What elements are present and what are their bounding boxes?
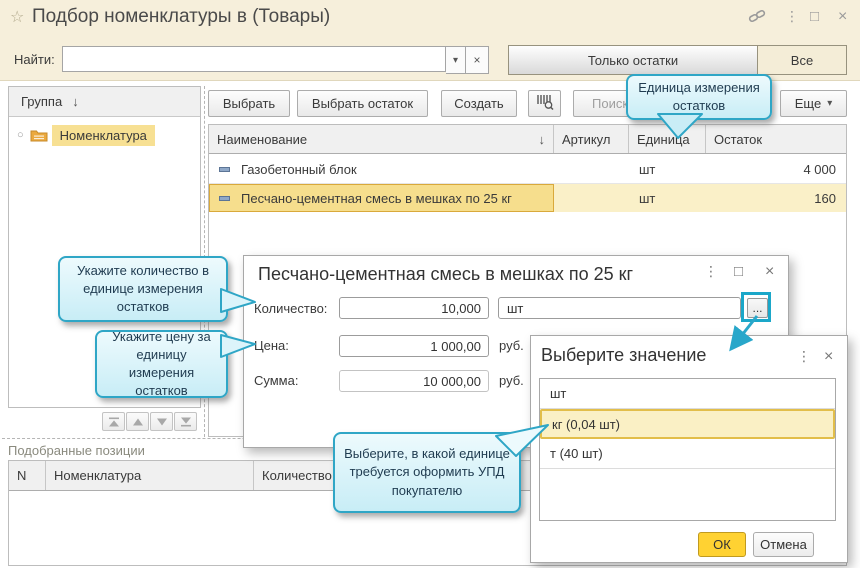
picked-header-name[interactable]: Номенклатура — [46, 461, 254, 490]
table-row-selected[interactable]: Песчано-цементная смесь в мешках по 25 к… — [209, 184, 846, 212]
sum-field: 10 000,00 — [339, 370, 489, 392]
create-button[interactable]: Создать — [441, 90, 517, 117]
cell-unit: шт — [639, 161, 656, 177]
dialog-menu-icon[interactable]: ⋮ — [704, 263, 718, 280]
column-header-name[interactable]: Наименование ↓ — [209, 125, 554, 153]
header-name-label: Номенклатура — [54, 468, 142, 483]
tree-expand-icon[interactable]: ○ — [17, 129, 24, 141]
maximize-icon[interactable]: □ — [810, 8, 819, 25]
header-n-label: N — [17, 468, 27, 483]
price-input[interactable] — [339, 335, 489, 357]
dialog-title: Песчано-цементная смесь в мешках по 25 к… — [258, 264, 634, 284]
folder-icon — [30, 129, 48, 142]
dialog-menu-icon[interactable]: ⋮ — [797, 348, 811, 365]
column-header-rest[interactable]: Остаток — [706, 125, 846, 153]
quantity-label: Количество: — [254, 301, 328, 316]
more-button[interactable]: Еще ▾ — [780, 90, 847, 117]
page-title: Подбор номенклатуры в (Товары) — [32, 6, 331, 27]
dialog-close-icon[interactable]: × — [824, 348, 833, 366]
table-row[interactable]: Газобетонный блок шт 4 000 — [209, 155, 846, 184]
reorder-buttons — [102, 412, 197, 431]
search-clear-button[interactable]: × — [466, 46, 489, 74]
dialog-title: Выберите значение — [541, 345, 707, 365]
column-header-unit[interactable]: Единица — [629, 125, 706, 153]
column-header-article[interactable]: Артикул — [554, 125, 629, 153]
list-item-kg-selected[interactable]: кг (0,04 шт) — [540, 409, 835, 439]
close-icon[interactable]: × — [838, 8, 847, 26]
list-item-sht[interactable]: шт — [540, 379, 835, 409]
search-label: Найти: — [14, 52, 55, 67]
quantity-input[interactable] — [339, 297, 489, 319]
picked-positions-label: Подобранные позиции — [8, 443, 145, 458]
sort-down-icon: ↓ — [72, 94, 79, 109]
search-input[interactable] — [62, 46, 446, 72]
search-dropdown-button[interactable]: ▾ — [446, 46, 466, 74]
header-article-label: Артикул — [562, 131, 611, 147]
header-rest-label: Остаток — [714, 131, 763, 147]
cell-rest: 160 — [814, 190, 836, 206]
picked-header-n[interactable]: N — [9, 461, 46, 490]
filter-toggle: Только остатки Все — [508, 45, 847, 75]
link-icon[interactable] — [748, 8, 766, 27]
callout-price-hint: Укажите цену за единицу измерения остатк… — [95, 329, 228, 398]
callout-unit-of-measure: Единица измерения остатков — [626, 74, 772, 120]
item-icon — [219, 166, 230, 172]
cell-rest: 4 000 — [803, 161, 836, 177]
sum-currency-label: руб. — [499, 373, 524, 388]
tree-row-nomenklatura[interactable]: ○ Номенклатура — [9, 123, 200, 147]
barcode-icon — [536, 94, 554, 113]
filter-all-button[interactable]: Все — [758, 46, 846, 74]
filter-only-rest-button[interactable]: Только остатки — [509, 46, 758, 74]
cell-name: Газобетонный блок — [241, 161, 357, 177]
window-menu-icon[interactable]: ⋮ — [785, 8, 799, 25]
chevron-down-icon: ▾ — [452, 54, 459, 66]
sum-label: Сумма: — [254, 373, 299, 388]
move-up-button — [126, 412, 149, 431]
value-select-dialog: Выберите значение ⋮ × шт кг (0,04 шт) т … — [530, 335, 848, 563]
select-rest-button[interactable]: Выбрать остаток — [297, 90, 428, 117]
cancel-button[interactable]: Отмена — [753, 532, 814, 557]
list-item-t[interactable]: т (40 шт) — [540, 439, 835, 469]
item-icon — [219, 195, 230, 201]
callout-quantity-hint: Укажите количество в единице измерения о… — [58, 256, 228, 322]
callout-upd-hint: Выберите, в какой единице требуется офор… — [333, 432, 521, 513]
favorite-star-icon[interactable]: ☆ — [10, 7, 24, 27]
app-window: ☆ Подбор номенклатуры в (Товары) ⋮ □ × Н… — [0, 0, 860, 568]
group-header-label: Группа — [21, 94, 63, 109]
cell-name: Песчано-цементная смесь в мешках по 25 к… — [241, 190, 512, 206]
dialog-close-icon[interactable]: × — [765, 263, 774, 281]
header-qty-label: Количество — [262, 468, 332, 483]
header-name-label: Наименование — [217, 131, 308, 147]
clear-icon: × — [473, 53, 481, 67]
select-button[interactable]: Выбрать — [208, 90, 290, 117]
dialog-maximize-icon[interactable]: □ — [734, 263, 743, 280]
header-unit-label: Единица — [637, 131, 690, 147]
move-down-button — [150, 412, 173, 431]
tree-item-label: Номенклатура — [51, 124, 155, 146]
ok-button[interactable]: ОК — [698, 532, 746, 557]
price-currency-label: руб. — [499, 338, 524, 353]
barcode-scan-button[interactable] — [528, 90, 561, 117]
unit-options-list: шт кг (0,04 шт) т (40 шт) — [539, 378, 836, 521]
move-top-button — [102, 412, 125, 431]
sort-down-icon: ↓ — [538, 131, 546, 147]
group-column-header[interactable]: Группа ↓ — [9, 87, 200, 117]
unit-field[interactable]: шт — [498, 297, 741, 319]
price-label: Цена: — [254, 338, 289, 353]
move-bottom-button — [174, 412, 197, 431]
more-label: Еще — [794, 96, 822, 111]
chevron-down-icon: ▾ — [827, 98, 833, 109]
annotation-highlight-frame — [741, 292, 771, 322]
cell-unit: шт — [639, 190, 656, 206]
